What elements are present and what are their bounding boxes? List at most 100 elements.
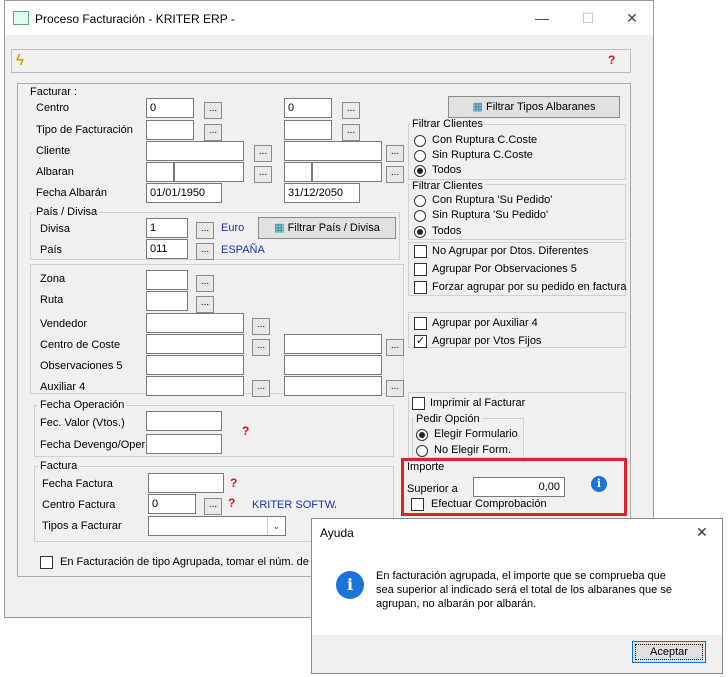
divisa-input[interactable]: 1 xyxy=(146,218,188,238)
dialog-message-line3: agrupan, no albarán por albarán. xyxy=(376,598,537,610)
auxiliar-from-input[interactable] xyxy=(146,376,244,396)
centro-to-input[interactable]: 0 xyxy=(284,98,332,118)
vendedor-lookup[interactable]: ... xyxy=(252,318,270,335)
highlight-box xyxy=(401,458,627,516)
ruta-input[interactable] xyxy=(146,291,188,311)
agrupada-num-label: En Facturación de tipo Agrupada, tomar e… xyxy=(60,556,328,568)
factura-title: Factura xyxy=(38,460,80,472)
centro-coste-from-input[interactable] xyxy=(146,334,244,354)
cliente-to-input[interactable] xyxy=(284,141,382,161)
imprimir-checkbox[interactable] xyxy=(412,397,425,410)
dialog-close-button[interactable]: ✕ xyxy=(696,524,708,541)
help-icon[interactable]: ? xyxy=(242,424,249,438)
radio-sin-ruptura-ccoste[interactable] xyxy=(414,150,426,162)
radio-con-ruptura-ccoste-label: Con Ruptura C.Coste xyxy=(432,134,538,146)
divisa-name: Euro xyxy=(221,222,245,234)
ruta-lookup[interactable]: ... xyxy=(196,296,214,313)
fec-valor-label: Fec. Valor (Vtos.) xyxy=(40,417,125,429)
filtrar-clientes-1-title: Filtrar Clientes xyxy=(410,118,485,130)
no-agrupar-dtos-checkbox[interactable] xyxy=(414,245,427,258)
centro-factura-lookup[interactable]: ... xyxy=(204,498,222,515)
centro-factura-input[interactable]: 0 xyxy=(148,494,196,514)
fec-valor-input[interactable] xyxy=(146,411,222,431)
pais-input[interactable]: 011 xyxy=(146,239,188,259)
vendedor-input[interactable] xyxy=(146,313,244,333)
app-icon xyxy=(13,11,29,25)
tipos-facturar-select[interactable] xyxy=(148,516,286,536)
radio-todos-pedido[interactable] xyxy=(414,226,426,238)
radio-sin-ruptura-ccoste-label: Sin Ruptura C.Coste xyxy=(432,149,533,161)
lightning-icon[interactable]: ϟ xyxy=(16,52,24,69)
radio-con-ruptura-ccoste[interactable] xyxy=(414,135,426,147)
cliente-from-lookup[interactable]: ... xyxy=(254,145,272,162)
no-agrupar-dtos-label: No Agrupar por Dtos. Diferentes xyxy=(432,245,589,257)
albaran-from-lookup[interactable]: ... xyxy=(254,166,272,183)
fecha-devengo-label: Fecha Devengo/Oper xyxy=(40,439,146,451)
tipo-from-lookup[interactable]: ... xyxy=(204,124,222,141)
tipo-to-lookup[interactable]: ... xyxy=(342,124,360,141)
radio-elegir-formulario[interactable] xyxy=(416,429,428,441)
maximize-button[interactable]: ☐ xyxy=(565,5,611,31)
fecha-factura-input[interactable] xyxy=(148,473,224,493)
albaran-from-serie[interactable] xyxy=(146,162,174,182)
divisa-lookup[interactable]: ... xyxy=(196,222,214,239)
fecha-albaran-from-input[interactable]: 01/01/1950 xyxy=(146,183,222,203)
help-icon[interactable]: ? xyxy=(228,496,235,510)
pais-divisa-title: País / Divisa xyxy=(34,206,100,218)
cliente-to-lookup[interactable]: ... xyxy=(386,145,404,162)
centro-label: Centro xyxy=(36,102,70,114)
minimize-button[interactable]: — xyxy=(519,5,565,31)
radio-todos-ccoste[interactable] xyxy=(414,165,426,177)
agrupar-obs-checkbox[interactable] xyxy=(414,263,427,276)
centro-coste-to-input[interactable] xyxy=(284,334,382,354)
zona-input[interactable] xyxy=(146,270,188,290)
filtrar-pais-divisa-button[interactable]: ▦ Filtrar País / Divisa xyxy=(258,217,396,239)
centro-from-lookup[interactable]: ... xyxy=(204,102,222,119)
filtrar-tipos-albaranes-button[interactable]: ▦ Filtrar Tipos Albaranes xyxy=(448,96,620,118)
auxiliar-from-lookup[interactable]: ... xyxy=(252,380,270,397)
zona-lookup[interactable]: ... xyxy=(196,275,214,292)
observaciones-from-input[interactable] xyxy=(146,355,244,375)
ayuda-dialog: Ayuda ✕ i En facturación agrupada, el im… xyxy=(311,518,723,674)
albaran-from-input[interactable] xyxy=(174,162,244,182)
auxiliar-to-lookup[interactable]: ... xyxy=(386,380,404,397)
auxiliar-to-input[interactable] xyxy=(284,376,382,396)
agrupar-vtos-checkbox[interactable]: ✓ xyxy=(414,335,427,348)
auxiliar-label: Auxiliar 4 xyxy=(40,381,86,393)
tipo-to-input[interactable] xyxy=(284,120,332,140)
centro-coste-from-lookup[interactable]: ... xyxy=(252,339,270,356)
tipo-facturacion-label: Tipo de Facturación xyxy=(36,124,133,136)
help-icon[interactable]: ? xyxy=(230,476,237,490)
centro-coste-to-lookup[interactable]: ... xyxy=(386,339,404,356)
fecha-devengo-input[interactable] xyxy=(146,434,222,454)
filtrar-pais-label: Filtrar País / Divisa xyxy=(287,222,380,234)
agrupada-num-checkbox[interactable] xyxy=(40,556,53,569)
cliente-from-input[interactable] xyxy=(146,141,244,161)
albaran-to-lookup[interactable]: ... xyxy=(386,166,404,183)
radio-con-ruptura-pedido[interactable] xyxy=(414,195,426,207)
pais-lookup[interactable]: ... xyxy=(196,243,214,260)
close-button[interactable]: ✕ xyxy=(609,5,655,31)
radio-todos-ccoste-label: Todos xyxy=(432,164,462,176)
albaran-to-serie[interactable] xyxy=(284,162,312,182)
centro-coste-label: Centro de Coste xyxy=(40,339,121,351)
centro-from-input[interactable]: 0 xyxy=(146,98,194,118)
aceptar-button[interactable]: Aceptar xyxy=(632,641,706,663)
title-bar: Proceso Facturación - KRITER ERP - — ☐ ✕ xyxy=(5,1,653,35)
vendedor-label: Vendedor xyxy=(40,318,88,330)
forzar-agrupar-label: Forzar agrupar por su pedido en factura xyxy=(432,281,627,293)
albaran-to-input[interactable] xyxy=(312,162,382,182)
tipo-from-input[interactable] xyxy=(146,120,194,140)
chevron-down-icon[interactable]: ⌄ xyxy=(267,517,285,535)
agrupar-auxiliar-label: Agrupar por Auxiliar 4 xyxy=(432,317,538,329)
forzar-agrupar-checkbox[interactable] xyxy=(414,281,427,294)
observaciones-label: Observaciones 5 xyxy=(40,360,123,372)
radio-sin-ruptura-pedido[interactable] xyxy=(414,210,426,222)
help-icon[interactable]: ? xyxy=(608,53,615,67)
dialog-message-line2: sea superior al indicado será el total d… xyxy=(376,584,672,596)
centro-to-lookup[interactable]: ... xyxy=(342,102,360,119)
agrupar-auxiliar-checkbox[interactable] xyxy=(414,317,427,330)
fecha-albaran-to-input[interactable]: 31/12/2050 xyxy=(284,183,360,203)
observaciones-to-input[interactable] xyxy=(284,355,382,375)
radio-no-elegir-form[interactable] xyxy=(416,445,428,457)
